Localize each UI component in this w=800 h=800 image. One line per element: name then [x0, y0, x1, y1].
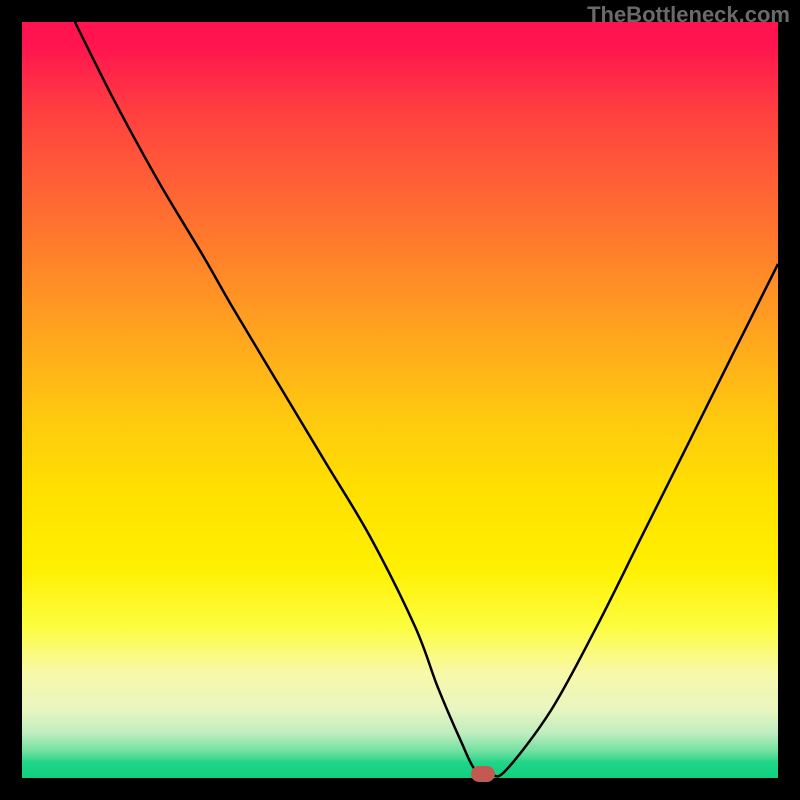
curve-path — [75, 22, 778, 776]
chart-curve — [22, 22, 778, 778]
chart-plot-area — [22, 22, 778, 778]
watermark-text: TheBottleneck.com — [587, 2, 790, 28]
chart-marker — [471, 766, 495, 782]
